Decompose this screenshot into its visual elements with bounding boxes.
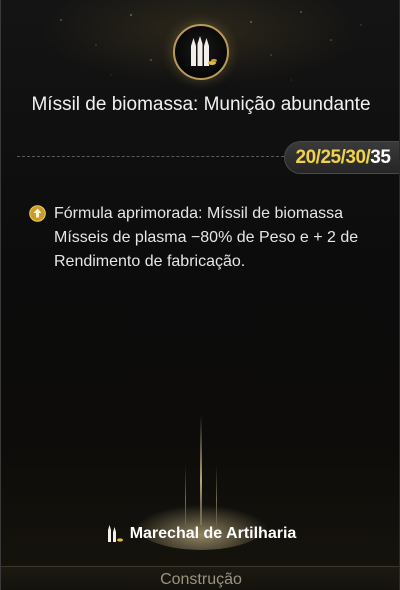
tech-title: Míssil de biomassa: Munição abundante	[31, 94, 371, 115]
upgrade-arrow-icon	[29, 205, 46, 222]
level-thresholds: 20/25/30/	[295, 147, 371, 168]
bonus-line-1: Fórmula aprimorada: Míssil de biomassa	[54, 205, 343, 222]
tab-construction[interactable]: Construção	[1, 566, 399, 590]
ammo-icon	[173, 24, 229, 80]
tech-card: Míssil de biomassa: Munição abundante 20…	[0, 0, 400, 590]
level-current: 35	[370, 147, 391, 168]
bonus-block: Fórmula aprimorada: Míssil de biomassa M…	[29, 202, 379, 274]
bonus-line-2: Mísseis de plasma −80% de Peso e + 2 de …	[54, 229, 363, 270]
level-badge: 20/25/30/35	[284, 141, 399, 174]
class-row: Marechal de Artilharia	[1, 524, 399, 548]
artillery-icon	[107, 525, 123, 542]
title-divider	[17, 156, 289, 157]
class-label: Marechal de Artilharia	[129, 525, 297, 542]
